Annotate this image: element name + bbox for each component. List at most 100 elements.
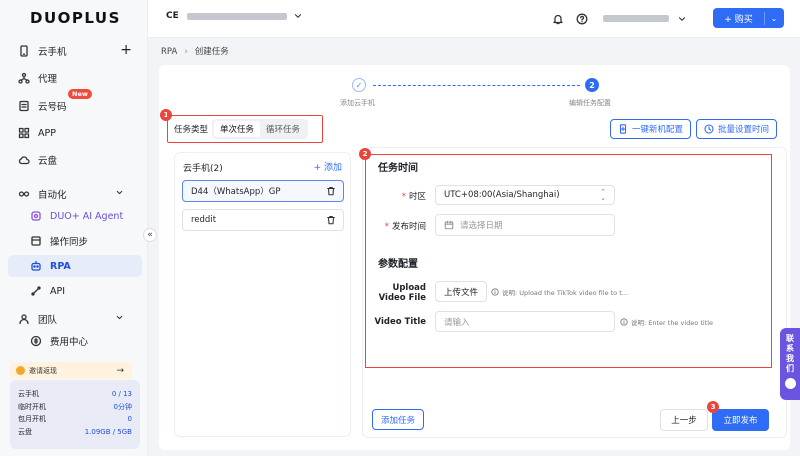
phone-list-title: 云手机(2) (183, 164, 223, 174)
timezone-label-text: 时区 (408, 192, 426, 202)
buy-button[interactable]: + 购买 ⌄ (713, 8, 784, 28)
number-icon (19, 100, 29, 112)
collapse-sidebar-button[interactable]: « (143, 228, 157, 242)
ai-agent-icon (31, 211, 41, 221)
trash-icon[interactable] (326, 215, 336, 225)
info-icon (620, 318, 628, 326)
invite-label: 邀请返现 (29, 366, 57, 375)
contact-us-tab[interactable]: 联系我们 (780, 328, 800, 400)
add-phone-button[interactable]: + 添加 (314, 160, 342, 173)
sidebar-item-team[interactable]: 团队 (8, 308, 142, 330)
option-recurring-task[interactable]: 循环任务 (260, 121, 306, 137)
sidebar-item-label: 操作同步 (50, 237, 89, 248)
phone-name: D44（WhatsApp）GP (191, 187, 281, 197)
phone-list-item[interactable]: D44（WhatsApp）GP (182, 180, 344, 202)
clock-icon (704, 124, 714, 134)
publish-time-label-text: 发布时间 (391, 222, 426, 232)
sidebar-item-label: 云号码 (38, 102, 67, 113)
sidebar-item-ai-agent[interactable]: DUO+ AI Agent (8, 205, 142, 227)
sidebar-item-app[interactable]: APP (8, 122, 142, 144)
sidebar-item-cloud-phone[interactable]: 云手机 + (8, 40, 142, 62)
account-switcher[interactable]: CE (166, 11, 303, 21)
publish-time-label: * 发布时间 (380, 220, 426, 232)
usage-value: 0 / 13 (111, 390, 132, 399)
add-phone-label: 添加 (323, 163, 342, 173)
invite-cashback-banner[interactable]: 邀请返现 → (10, 362, 132, 379)
chevron-down-icon (116, 190, 123, 195)
task-type-selector: 任务类型 单次任务 循环任务 (167, 115, 323, 143)
cloud-phone-list: 云手机(2) + 添加 D44（WhatsApp）GP reddit (174, 152, 351, 437)
contact-us-label: 联系我们 (786, 334, 794, 373)
video-title-input[interactable]: 请输入 (435, 311, 615, 332)
breadcrumb-root[interactable]: RPA (161, 47, 177, 57)
cloud-icon (18, 156, 30, 165)
sidebar-item-label: 云盘 (38, 156, 58, 167)
sidebar-item-label: 自动化 (38, 190, 67, 201)
buy-label: + 购买 (713, 11, 765, 25)
sidebar-item-cloud-disk[interactable]: 云盘 (8, 149, 142, 171)
buy-text: 购买 (734, 14, 753, 25)
help-icon[interactable] (576, 13, 588, 25)
video-title-hint: 说明: Enter the video title (620, 317, 713, 327)
publish-date-placeholder: 请选择日期 (460, 221, 503, 231)
chevron-down-icon[interactable] (677, 14, 687, 24)
sidebar-item-label: 云手机 (38, 47, 67, 58)
video-title-label: Video Title (374, 317, 426, 327)
team-icon (19, 314, 29, 325)
breadcrumb: RPA › 创建任务 (161, 45, 229, 57)
sidebar-item-label: API (50, 285, 66, 297)
calendar-icon (444, 220, 454, 230)
account-initials: CE (166, 11, 179, 21)
params-section-title: 参数配置 (378, 259, 418, 270)
previous-step-button[interactable]: 上一步 (660, 409, 708, 431)
option-single-task[interactable]: 单次任务 (214, 121, 261, 137)
breadcrumb-separator-icon: › (184, 47, 188, 57)
usage-row: 云手机 0 / 13 (18, 388, 132, 401)
timezone-select[interactable]: UTC+08:00(Asia/Shanghai) ⌃ ⌄ (435, 185, 615, 205)
config-label: 一键新机配置 (632, 125, 684, 135)
usage-label: 云盘 (18, 427, 32, 436)
sidebar-item-cloud-number[interactable]: 云号码 New (8, 89, 142, 117)
video-title-placeholder: 请输入 (444, 317, 470, 328)
phone-list-item[interactable]: reddit (182, 209, 344, 231)
chevron-down-icon (294, 14, 301, 18)
task-type-segmented-control: 单次任务 循环任务 (212, 119, 309, 139)
batch-set-time-button[interactable]: 批量设置时间 (696, 119, 778, 139)
chat-icon (784, 378, 796, 389)
video-title-hint-text: 说明: Enter the video title (631, 319, 714, 327)
one-click-new-device-config-button[interactable]: 一键新机配置 (610, 119, 692, 139)
required-mark: * (401, 192, 406, 202)
phone-icon (20, 45, 28, 57)
select-arrows-icon: ⌃ ⌄ (600, 188, 606, 202)
phone-name: reddit (191, 215, 217, 225)
upload-file-button[interactable]: 上传文件 (435, 281, 487, 302)
sidebar-item-label: DUO+ AI Agent (50, 210, 124, 222)
breadcrumb-current: 创建任务 (194, 47, 229, 57)
usage-value: 1.09GB / 5GB (84, 427, 132, 436)
bell-icon[interactable] (552, 13, 564, 25)
chevron-down-icon (116, 315, 123, 320)
info-icon (491, 288, 499, 296)
sidebar-item-label: RPA (50, 260, 71, 272)
trash-icon[interactable] (326, 186, 336, 196)
task-time-section-title: 任务时间 (378, 163, 418, 174)
add-icon[interactable]: + (120, 42, 132, 58)
chevron-down-icon[interactable]: ⌄ (765, 14, 783, 23)
publish-date-picker[interactable]: 请选择日期 (435, 214, 615, 236)
sidebar-item-rpa[interactable]: RPA (8, 255, 142, 277)
timezone-label: * 时区 (380, 190, 426, 202)
task-type-label: 任务类型 (174, 125, 209, 135)
sidebar-item-sync[interactable]: 操作同步 (8, 230, 142, 252)
sidebar-item-api[interactable]: API (8, 280, 142, 302)
sidebar-item-proxy[interactable]: 代理 (8, 67, 142, 89)
batch-time-label: 批量设置时间 (718, 125, 770, 135)
publish-now-button[interactable]: 立即发布 (712, 409, 769, 431)
sidebar-item-automation[interactable]: 自动化 (8, 183, 142, 205)
device-config-icon (619, 124, 627, 134)
rpa-icon (31, 260, 41, 271)
new-badge: New (68, 89, 92, 99)
annotation-marker-3: 3 (707, 401, 719, 413)
sidebar-item-billing[interactable]: 费用中心 (8, 330, 142, 352)
add-task-button[interactable]: 添加任务 (372, 409, 424, 430)
sidebar-item-label: 费用中心 (50, 337, 89, 348)
